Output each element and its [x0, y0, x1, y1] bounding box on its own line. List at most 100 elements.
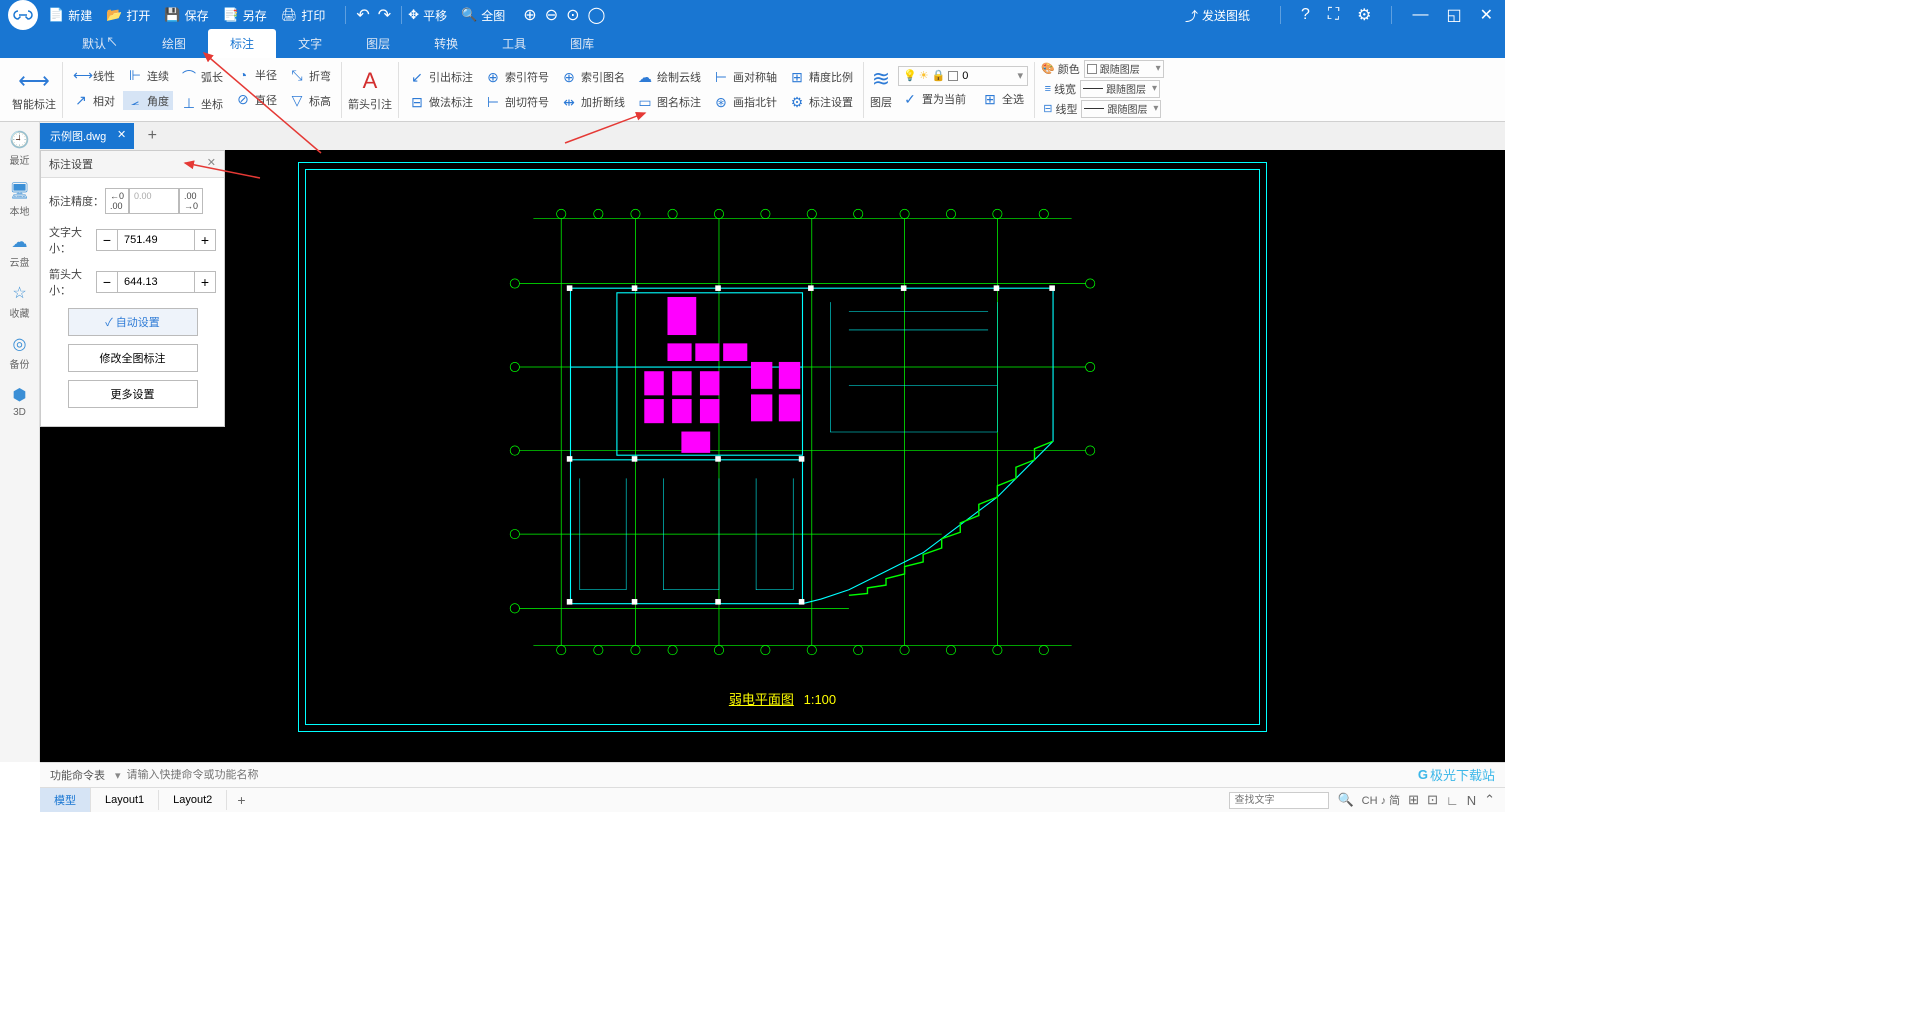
set-current-layer-button[interactable]: ✓置为当前	[898, 90, 970, 109]
sidebar-3d[interactable]: ⬢3D	[13, 385, 27, 418]
ortho-icon[interactable]: ∟	[1446, 793, 1459, 808]
linear-dim-button[interactable]: ⟷线性	[69, 66, 119, 85]
search-icon[interactable]: 🔍	[1337, 792, 1353, 808]
tab-library[interactable]: 图库	[548, 29, 616, 58]
tab-draw[interactable]: 绘图	[140, 29, 208, 58]
setcurrent-icon: ✓	[902, 91, 918, 108]
color-select[interactable]: 跟随图层▾	[1084, 60, 1164, 78]
tab-text[interactable]: 文字	[276, 29, 344, 58]
precision-decrease[interactable]: ←0.00	[105, 188, 129, 214]
send-drawing-button[interactable]: ⤴发送图纸	[1185, 6, 1250, 25]
elevation-button[interactable]: ▽标高	[285, 91, 335, 110]
textsize-input[interactable]	[118, 229, 194, 251]
print-button[interactable]: 🖨打印	[281, 7, 326, 24]
fullview-button[interactable]: 🔍全图	[461, 7, 505, 24]
index-name-button[interactable]: ⊕索引图名	[557, 68, 629, 87]
help-icon[interactable]: ?	[1297, 6, 1314, 24]
coord-dim-button[interactable]: ⊥坐标	[177, 94, 227, 113]
linetype-select[interactable]: 跟随图层▾	[1081, 100, 1161, 118]
tab-convert[interactable]: 转换	[412, 29, 480, 58]
settings-icon[interactable]: ⚙	[1353, 5, 1375, 25]
north-icon[interactable]: N	[1467, 793, 1476, 808]
leader-annotate-button[interactable]: ↙引出标注	[405, 68, 477, 87]
breakline-icon: ⇹	[561, 94, 577, 111]
index-symbol-button[interactable]: ⊕索引符号	[481, 68, 553, 87]
redo-button[interactable]: ↷	[374, 5, 395, 25]
more-settings-button[interactable]: 更多设置	[68, 380, 198, 408]
layout-tab-model[interactable]: 模型	[40, 788, 91, 812]
chevron-up-icon[interactable]: ⌃	[1484, 792, 1495, 808]
close-tab-icon[interactable]: ✕	[117, 128, 126, 141]
minimize-button[interactable]: —	[1408, 6, 1432, 24]
sidebar-recent[interactable]: 🕘最近	[10, 130, 30, 167]
layout-tab-2[interactable]: Layout2	[159, 790, 227, 810]
break-line-button[interactable]: ⇹加折断线	[557, 93, 629, 112]
select-all-button[interactable]: ⊞全选	[978, 90, 1028, 109]
sidebar-cloud[interactable]: ☁云盘	[10, 232, 30, 269]
arrow-leader-button[interactable]: A箭头引注	[348, 68, 392, 112]
revcloud-button[interactable]: ☁绘制云线	[633, 68, 705, 87]
panel-close-icon[interactable]: ✕	[207, 156, 216, 172]
sidebar-backup[interactable]: ◎备份	[10, 334, 30, 371]
tab-annotate[interactable]: 标注	[208, 29, 276, 58]
add-layout-tab[interactable]: +	[227, 788, 255, 812]
layer-dropdown[interactable]: 💡 ☀ 🔒 0 ▾	[898, 66, 1028, 86]
layout-tab-1[interactable]: Layout1	[91, 790, 159, 810]
precision-control[interactable]: ←0.00 0.00 .00→0	[105, 188, 203, 214]
sidebar-favorites[interactable]: ☆收藏	[10, 283, 30, 320]
drawing-name-button[interactable]: ▭图名标注	[633, 93, 705, 112]
undo-button[interactable]: ↶	[352, 5, 373, 25]
zoom-in-icon[interactable]: ⊕	[519, 5, 540, 25]
new-button[interactable]: 📄新建	[48, 7, 92, 24]
textsize-minus[interactable]: −	[96, 229, 118, 251]
precision-scale-button[interactable]: ⊞精度比例	[785, 68, 857, 87]
method-annotate-button[interactable]: ⊟做法标注	[405, 93, 477, 112]
symmetry-axis-button[interactable]: ⊢画对称轴	[709, 68, 781, 87]
lineweight-select[interactable]: 跟随图层▾	[1080, 80, 1160, 98]
save-button[interactable]: 💾保存	[164, 7, 208, 24]
drawing-canvas[interactable]: 弱电平面图 1:100	[40, 150, 1505, 762]
pan-button[interactable]: ✥平移	[408, 7, 447, 24]
radius-dim-button[interactable]: ◔半径	[231, 66, 281, 84]
close-button[interactable]: ✕	[1476, 5, 1497, 25]
tab-layer[interactable]: 图层	[344, 29, 412, 58]
north-arrow-button[interactable]: ⊛画指北针	[709, 93, 781, 112]
save-icon: 💾	[164, 7, 180, 23]
angle-dim-button[interactable]: ⦟角度	[123, 91, 173, 110]
textsize-plus[interactable]: +	[194, 229, 216, 251]
diameter-dim-button[interactable]: ⊘直径	[231, 90, 281, 109]
layer-manager-button[interactable]: ≋图层	[870, 66, 892, 110]
grid-icon[interactable]: ⊞	[1408, 792, 1419, 808]
modify-all-button[interactable]: 修改全图标注	[68, 344, 198, 372]
tab-tools[interactable]: 工具	[480, 29, 548, 58]
zoom-out-icon[interactable]: ⊖	[541, 5, 562, 25]
fullscreen-icon[interactable]: ⛶	[1324, 6, 1343, 24]
continue-dim-button[interactable]: ⊩连续	[123, 66, 173, 85]
arc-dim-button[interactable]: ⌒弧长	[177, 66, 227, 88]
find-text-input[interactable]	[1229, 792, 1329, 809]
zoom-window-icon[interactable]: ⊙	[562, 5, 583, 25]
auto-settings-button[interactable]: 自动设置	[68, 308, 198, 336]
smart-annotate-button[interactable]: ⟷智能标注	[12, 68, 56, 112]
sidebar-local[interactable]: 🖥本地	[9, 181, 29, 218]
lightbulb-icon: 💡	[903, 69, 917, 82]
ime-indicator[interactable]: CH ♪ 简	[1362, 792, 1401, 808]
relative-dim-button[interactable]: ↗相对	[69, 91, 119, 110]
saveas-button[interactable]: 📑另存	[223, 7, 267, 24]
snap-icon[interactable]: ⊡	[1427, 792, 1438, 808]
jog-dim-button[interactable]: ⤡折弯	[285, 66, 335, 85]
open-button[interactable]: 📂打开	[106, 7, 150, 24]
add-file-tab[interactable]: +	[140, 124, 164, 148]
tab-default[interactable]: 默认↖	[60, 29, 140, 58]
file-tab[interactable]: 示例图.dwg ✕	[40, 123, 134, 149]
command-input[interactable]	[127, 769, 527, 781]
arrowsize-plus[interactable]: +	[194, 271, 216, 293]
maximize-button[interactable]: ◱	[1442, 5, 1465, 25]
zoom-extents-icon[interactable]: ◯	[584, 5, 610, 25]
arrowsize-input[interactable]	[118, 271, 194, 293]
cmd-dropdown-icon[interactable]: ▾	[115, 769, 121, 782]
precision-increase[interactable]: .00→0	[179, 188, 203, 214]
section-symbol-button[interactable]: ⊢剖切符号	[481, 93, 553, 112]
arrowsize-minus[interactable]: −	[96, 271, 118, 293]
annotate-settings-button[interactable]: ⚙标注设置	[785, 93, 857, 112]
